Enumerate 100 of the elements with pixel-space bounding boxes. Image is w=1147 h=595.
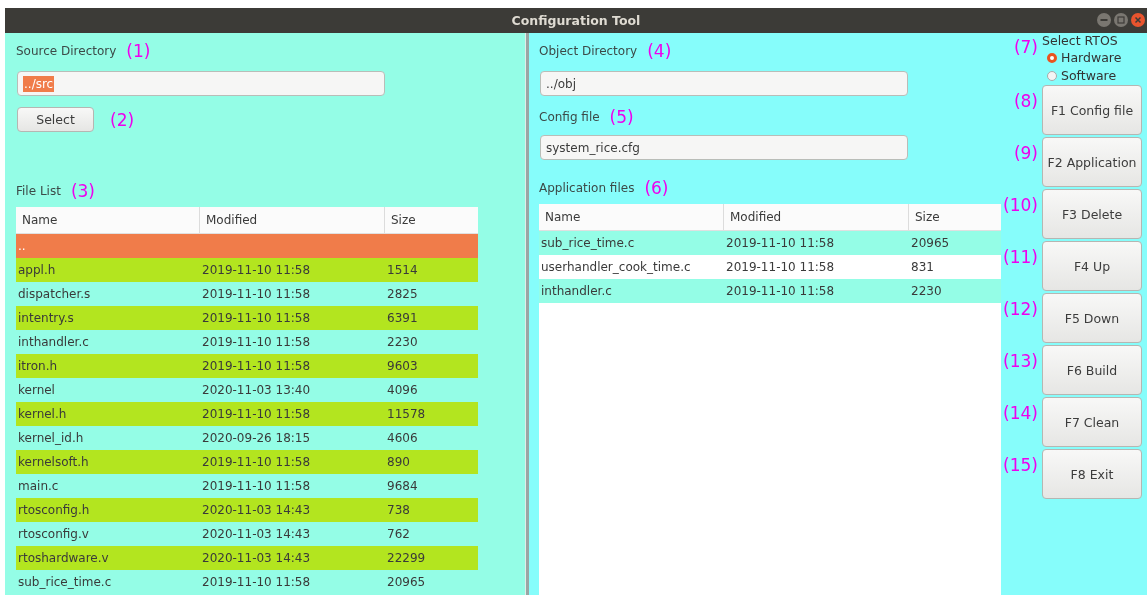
section-label: Config file bbox=[539, 110, 600, 124]
table-cell-text: kernel bbox=[17, 383, 56, 397]
table-cell-text: 4096 bbox=[386, 383, 419, 397]
table-row[interactable]: inthandler.c 2019-11-10 11:58 2230 bbox=[539, 279, 1001, 303]
function-button[interactable]: F6 Build bbox=[1042, 345, 1142, 395]
annotation-label: (5) bbox=[609, 107, 634, 127]
annotation-label: (15) bbox=[1002, 454, 1039, 477]
table-cell-text: 2020-09-26 18:15 bbox=[201, 431, 312, 445]
table-cell-text: 2825 bbox=[386, 287, 419, 301]
section-label: Object Directory bbox=[539, 44, 638, 58]
annotation-label: (13) bbox=[1002, 350, 1039, 373]
function-button[interactable]: F1 Config file bbox=[1042, 85, 1142, 135]
column-header[interactable]: Size bbox=[385, 207, 478, 233]
table-row[interactable]: intentry.s 2019-11-10 11:58 6391 bbox=[16, 306, 478, 330]
text-field[interactable]: ../obj bbox=[540, 71, 908, 96]
annotation-label: (7) bbox=[1012, 36, 1039, 59]
table-cell-text: 4606 bbox=[386, 431, 419, 445]
table-cell-text: 2019-11-10 11:58 bbox=[201, 311, 312, 325]
table-cell-text: kernel.h bbox=[17, 407, 68, 421]
table-cell-text: 2019-11-10 11:58 bbox=[201, 359, 312, 373]
table-cell-text: userhandler_cook_time.c bbox=[540, 260, 692, 274]
table-cell-text: 2019-11-10 11:58 bbox=[201, 287, 312, 301]
table-row[interactable]: kernel.h 2019-11-10 11:58 11578 bbox=[16, 402, 478, 426]
table-cell-text: .. bbox=[17, 239, 27, 253]
table-cell-text: inthandler.c bbox=[540, 284, 613, 298]
function-button[interactable]: F8 Exit bbox=[1042, 449, 1142, 499]
function-button[interactable]: F7 Clean bbox=[1042, 397, 1142, 447]
table-cell-text: 20965 bbox=[910, 236, 951, 250]
table-cell-text: main.c bbox=[17, 479, 60, 493]
column-header[interactable]: Name bbox=[16, 207, 200, 233]
table-cell-text: 831 bbox=[910, 260, 935, 274]
table-cell-text: 22299 bbox=[386, 551, 427, 565]
section-label: Source Directory bbox=[16, 44, 117, 58]
minimize-icon[interactable] bbox=[1097, 13, 1111, 27]
text-field[interactable]: system_rice.cfg bbox=[540, 135, 908, 160]
table-cell-text: 11578 bbox=[386, 407, 427, 421]
table-cell-text: 890 bbox=[386, 455, 411, 469]
table-row[interactable]: kernelsoft.h 2019-11-10 11:58 890 bbox=[16, 450, 478, 474]
radio-option[interactable]: Hardware bbox=[1042, 49, 1122, 67]
table-cell-text: 2020-11-03 14:43 bbox=[201, 503, 312, 517]
table-cell-text: 20965 bbox=[386, 575, 427, 589]
column-header[interactable]: Name bbox=[539, 204, 724, 230]
table-cell-text: 6391 bbox=[386, 311, 419, 325]
radio-option[interactable]: Software bbox=[1042, 67, 1122, 85]
column-header[interactable]: Modified bbox=[200, 207, 385, 233]
column-header[interactable]: Modified bbox=[724, 204, 909, 230]
table-row[interactable]: rtoshardware.v 2020-11-03 14:43 22299 bbox=[16, 546, 478, 570]
table-cell-text: kernelsoft.h bbox=[17, 455, 90, 469]
table-cell-text: rtoshardware.v bbox=[17, 551, 110, 565]
table-cell-text: appl.h bbox=[17, 263, 57, 277]
annotation-label: (3) bbox=[70, 181, 95, 201]
table-cell-text: 2020-11-03 14:43 bbox=[201, 551, 312, 565]
close-icon[interactable] bbox=[1131, 13, 1145, 27]
table-cell-text: 2020-11-03 14:43 bbox=[201, 527, 312, 541]
annotation-label: (8) bbox=[1012, 90, 1039, 113]
annotation-label: (14) bbox=[1002, 402, 1039, 425]
annotation-label: (12) bbox=[1002, 298, 1039, 321]
function-button[interactable]: F2 Application bbox=[1042, 137, 1142, 187]
table-cell-text: 9684 bbox=[386, 479, 419, 493]
group-label: Select RTOS bbox=[1042, 33, 1119, 49]
annotation-label: (1) bbox=[126, 41, 151, 61]
table-cell-text: 762 bbox=[386, 527, 411, 541]
table-cell-text: rtosconfig.h bbox=[17, 503, 91, 517]
table-cell-text: 2019-11-10 11:58 bbox=[725, 260, 836, 274]
maximize-icon[interactable] bbox=[1114, 13, 1128, 27]
table-cell-text: 2020-11-03 13:40 bbox=[201, 383, 312, 397]
table-cell-text: dispatcher.s bbox=[17, 287, 92, 301]
table-cell-text: 738 bbox=[386, 503, 411, 517]
table-cell-text: 1514 bbox=[386, 263, 419, 277]
table-cell-text: inthandler.c bbox=[17, 335, 90, 349]
select-button[interactable]: Select bbox=[17, 107, 94, 132]
column-header[interactable]: Size bbox=[909, 204, 1001, 230]
table-row[interactable]: itron.h 2019-11-10 11:58 9603 bbox=[16, 354, 478, 378]
function-button[interactable]: F3 Delete bbox=[1042, 189, 1142, 239]
annotation-label: (4) bbox=[647, 41, 672, 61]
table-cell-text: itron.h bbox=[17, 359, 59, 373]
function-button[interactable]: F5 Down bbox=[1042, 293, 1142, 343]
table-cell-text: kernel_id.h bbox=[17, 431, 85, 445]
table-cell-text: 2019-11-10 11:58 bbox=[201, 575, 312, 589]
annotation-label: (10) bbox=[1002, 194, 1039, 217]
annotation-label: (6) bbox=[644, 178, 669, 198]
table-row[interactable]: sub_rice_time.c 2019-11-10 11:58 20965 bbox=[539, 231, 1001, 255]
section-label: File List bbox=[16, 184, 61, 198]
table-cell-text: sub_rice_time.c bbox=[17, 575, 113, 589]
table-cell-text: 2230 bbox=[910, 284, 943, 298]
window-title: Configuration Tool bbox=[511, 13, 641, 28]
table-cell-text: intentry.s bbox=[17, 311, 75, 325]
annotation-label: (9) bbox=[1012, 142, 1039, 165]
table-cell-text: 2019-11-10 11:58 bbox=[725, 236, 836, 250]
table-cell-text: rtosconfig.v bbox=[17, 527, 90, 541]
table-cell-text: 2019-11-10 11:58 bbox=[201, 455, 312, 469]
section-label: Application files bbox=[539, 181, 635, 195]
table-row[interactable]: rtosconfig.h 2020-11-03 14:43 738 bbox=[16, 498, 478, 522]
table-cell-text: 2019-11-10 11:58 bbox=[201, 335, 312, 349]
table-row[interactable]: appl.h 2019-11-10 11:58 1514 bbox=[16, 258, 478, 282]
function-button[interactable]: F4 Up bbox=[1042, 241, 1142, 291]
annotation-label: (11) bbox=[1002, 246, 1039, 269]
table-cell-text: sub_rice_time.c bbox=[540, 236, 636, 250]
table-cell-text: 2019-11-10 11:58 bbox=[201, 263, 312, 277]
table-cell-text: 9603 bbox=[386, 359, 419, 373]
